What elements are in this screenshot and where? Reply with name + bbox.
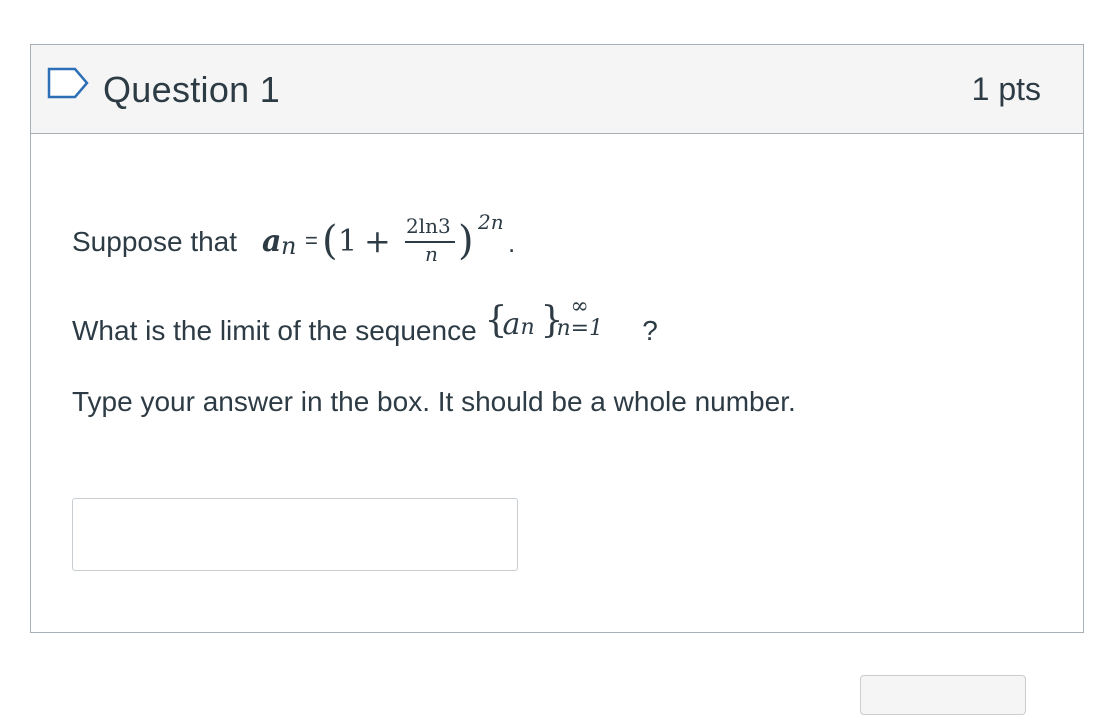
math-a: a xyxy=(502,307,521,342)
math-fraction-numerator: 2ln3 xyxy=(406,214,451,238)
question-points: 1 pts xyxy=(971,71,1041,107)
math-close-paren: ) xyxy=(458,218,474,264)
math-equals: = xyxy=(305,228,318,253)
question-title: Question 1 xyxy=(103,69,281,110)
question-card: Question 1 1 pts Suppose that a n = ( 1 … xyxy=(30,44,1084,633)
question-body: Suppose that a n = ( 1 + 2ln3 n ) 2n . W… xyxy=(31,134,1083,633)
math-one: 1 xyxy=(338,224,358,259)
math-n-subscript: n xyxy=(281,232,297,260)
flag-outline-icon[interactable] xyxy=(47,67,89,99)
math-index-start: n=1 xyxy=(556,316,604,341)
math-n-subscript: n xyxy=(520,315,535,340)
math-period: . xyxy=(508,228,516,258)
line1-prefix: Suppose that xyxy=(72,226,238,257)
next-button[interactable] xyxy=(860,675,1026,715)
math-open-paren: ( xyxy=(322,218,338,264)
limit-question: What is the limit of the sequence { a n … xyxy=(72,294,658,347)
answer-input[interactable] xyxy=(72,498,518,571)
sequence-notation: { a n } ∞ n=1 xyxy=(484,294,634,342)
math-fraction-denominator: n xyxy=(425,242,438,266)
line2-prefix: What is the limit of the sequence xyxy=(72,315,485,346)
question-header: Question 1 1 pts xyxy=(31,45,1083,134)
answer-instructions: Type your answer in the box. It should b… xyxy=(72,386,796,417)
math-exponent: 2n xyxy=(478,210,504,234)
line2-suffix: ? xyxy=(634,315,658,346)
math-plus: + xyxy=(364,222,391,260)
math-a: a xyxy=(262,224,282,259)
